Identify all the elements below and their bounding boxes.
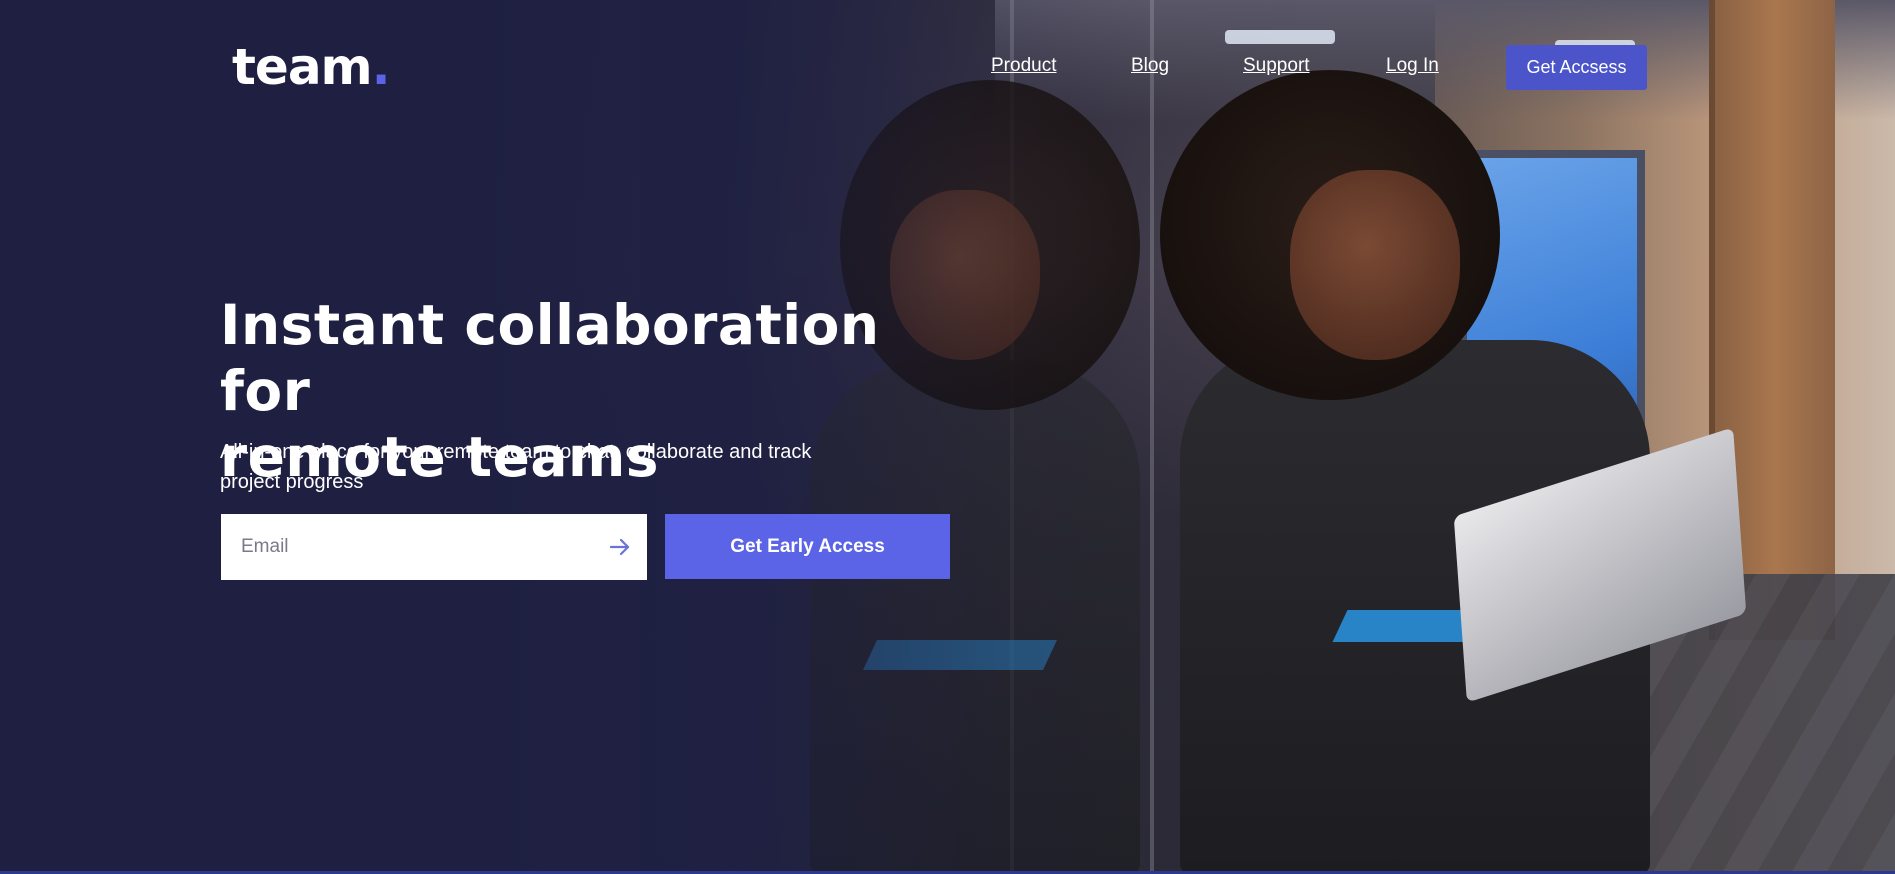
email-input[interactable] [221, 514, 581, 580]
nav-link-login[interactable]: Log In [1386, 55, 1439, 77]
nav-link-blog[interactable]: Blog [1131, 55, 1169, 77]
email-form [221, 514, 647, 580]
get-access-button[interactable]: Get Accsess [1506, 45, 1647, 90]
person-face [1290, 170, 1460, 360]
hero-subtitle-line-2: project progress [220, 471, 364, 493]
logo-text: team [232, 38, 373, 96]
logo-dot: . [371, 38, 391, 96]
nav-link-product[interactable]: Product [991, 55, 1056, 77]
landing-page: team. Product Blog Support Log In Get Ac… [0, 0, 1895, 874]
get-early-access-button[interactable]: Get Early Access [665, 514, 950, 579]
hero-subtitle: All-in-one place for your remote team to… [220, 437, 940, 497]
site-header: team. Product Blog Support Log In Get Ac… [0, 0, 1895, 120]
arrow-right-icon[interactable] [607, 534, 633, 560]
brand-logo[interactable]: team. [232, 38, 391, 96]
hero-title-line-1: Instant collaboration for [220, 293, 880, 423]
hero-subtitle-line-1: All-in-one place for your remote team to… [220, 441, 812, 463]
nav-link-support[interactable]: Support [1243, 55, 1310, 77]
